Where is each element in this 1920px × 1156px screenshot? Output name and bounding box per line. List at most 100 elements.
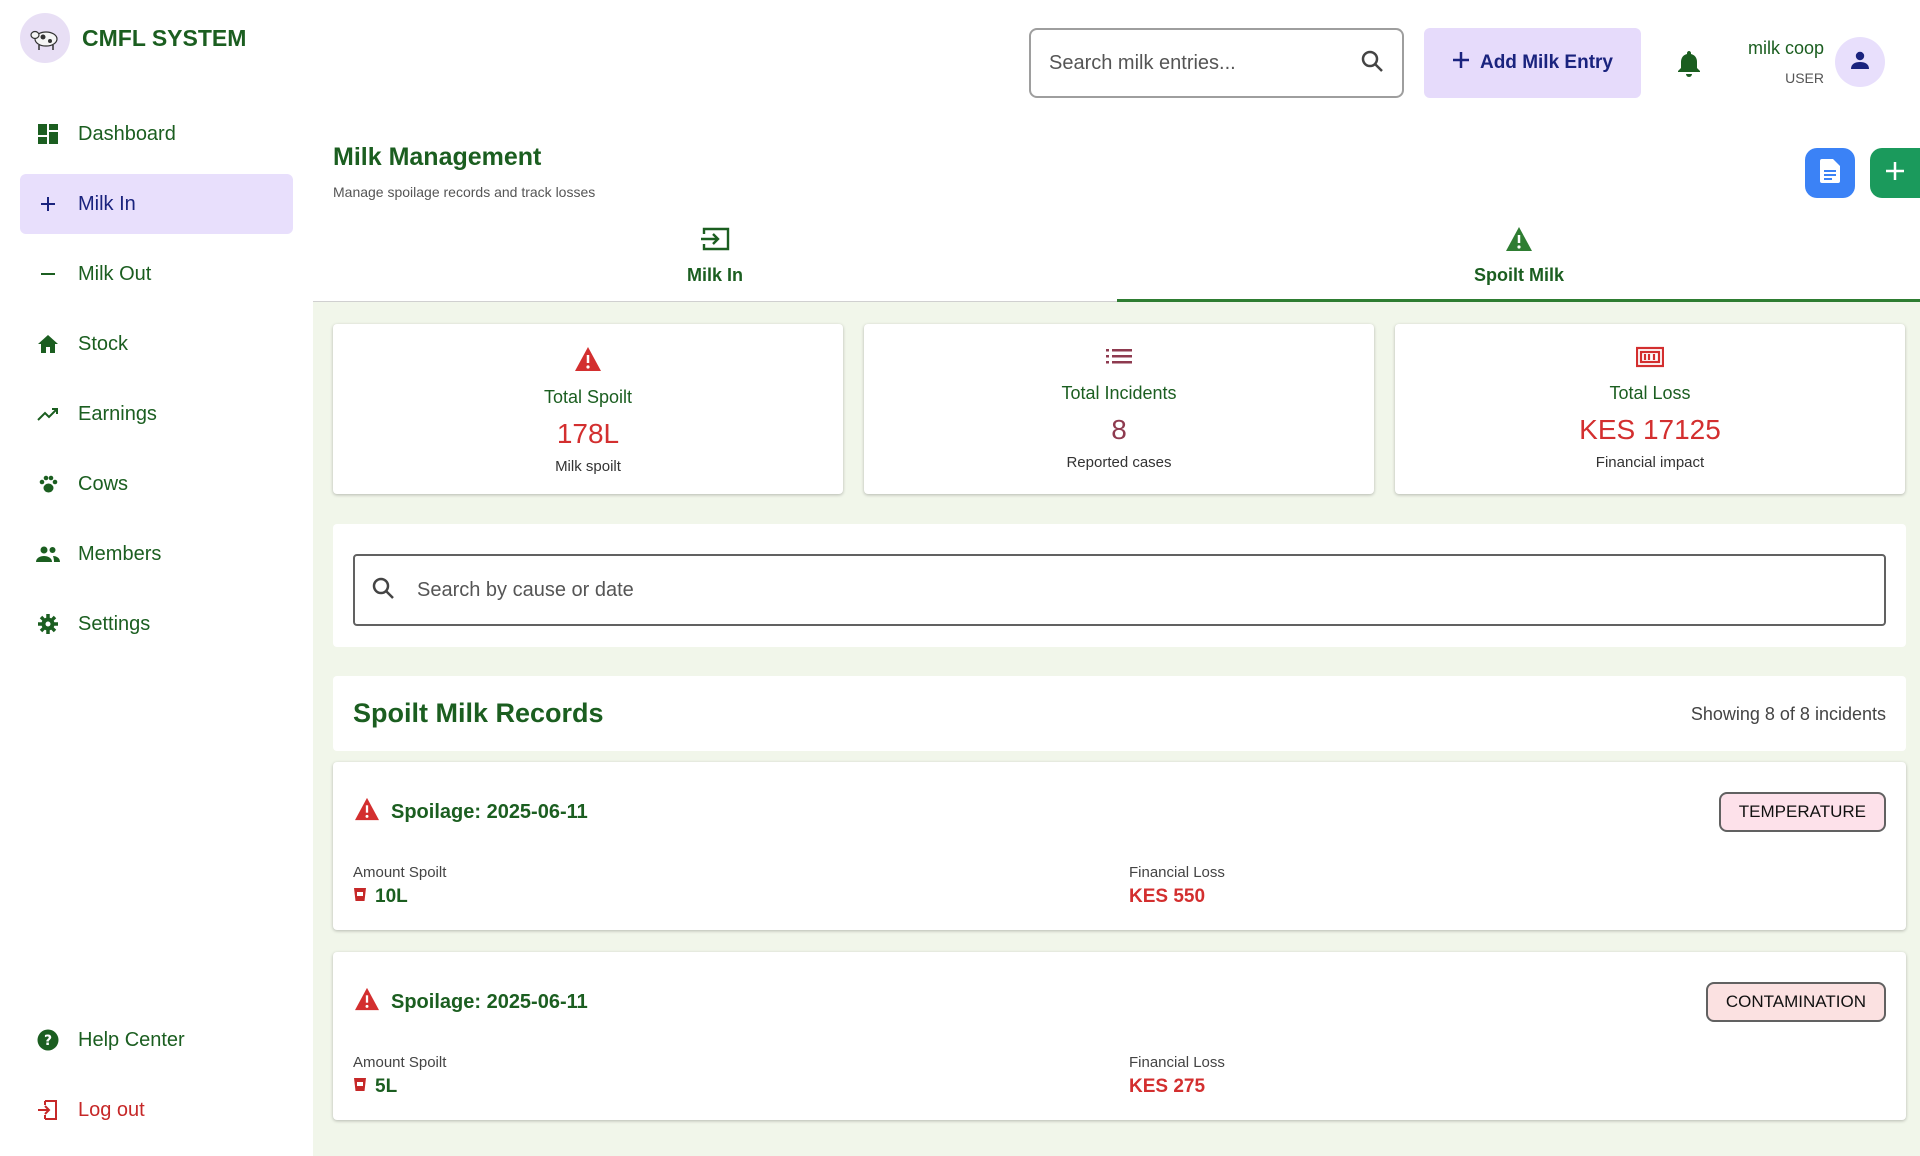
document-icon	[1820, 158, 1840, 188]
top-search-box[interactable]	[1029, 28, 1404, 98]
amount-text: 5L	[375, 1076, 398, 1097]
sidebar-item-label: Stock	[78, 332, 129, 355]
sidebar-nav: Dashboard Milk In Milk Out Stock Earning…	[20, 104, 293, 664]
tab-label: Spoilt Milk	[1474, 265, 1564, 285]
filter-search-input[interactable]	[417, 578, 1884, 602]
report-button[interactable]	[1805, 148, 1855, 198]
sidebar-item-milk-out[interactable]: Milk Out	[20, 244, 293, 304]
avatar[interactable]	[1835, 37, 1885, 87]
warning-icon	[353, 987, 381, 1017]
add-milk-entry-label: Add Milk Entry	[1479, 52, 1613, 73]
trending-up-icon	[36, 402, 60, 426]
money-icon	[1635, 346, 1665, 373]
sidebar-item-members[interactable]: Members	[20, 524, 293, 584]
amount-value: 5L	[353, 1076, 397, 1098]
sidebar-item-log-out[interactable]: Log out	[20, 1080, 293, 1140]
amount-label: Amount Spoilt	[353, 1054, 447, 1071]
spoilage-record[interactable]: Spoilage: 2025-06-11 TEMPERATURE Amount …	[333, 762, 1906, 930]
search-icon[interactable]	[1360, 49, 1384, 78]
brand[interactable]: CMFL SYSTEM	[20, 13, 246, 63]
record-title: Spoilage: 2025-06-11	[353, 797, 588, 827]
sidebar-item-label: Settings	[78, 612, 151, 635]
record-title-text: Spoilage: 2025-06-11	[391, 800, 588, 823]
content-area: Total Spoilt 178L Milk spoilt Total Inci…	[313, 302, 1920, 1156]
records-header: Spoilt Milk Records Showing 8 of 8 incid…	[333, 676, 1906, 751]
stat-card-total-incidents: Total Incidents 8 Reported cases	[864, 324, 1374, 494]
sidebar-item-milk-in[interactable]: Milk In	[20, 174, 293, 234]
search-icon	[371, 576, 395, 605]
loss-label: Financial Loss	[1129, 1054, 1225, 1071]
home-icon	[36, 332, 60, 356]
sidebar-item-label: Help Center	[78, 1028, 185, 1051]
cause-badge: CONTAMINATION	[1705, 982, 1886, 1022]
warning-icon	[573, 346, 603, 377]
search-input[interactable]	[1049, 51, 1360, 75]
stat-card-total-spoilt: Total Spoilt 178L Milk spoilt	[333, 324, 843, 494]
amount-text: 10L	[375, 886, 408, 907]
tab-milk-in[interactable]: Milk In	[313, 220, 1117, 302]
filter-panel	[333, 524, 1906, 647]
svg-text:?: ?	[44, 1033, 52, 1049]
sidebar-item-label: Log out	[78, 1098, 145, 1121]
add-record-button[interactable]	[1870, 148, 1920, 198]
logout-icon	[36, 1098, 60, 1122]
user-name: milk coop	[1747, 38, 1824, 58]
plus-icon	[1452, 51, 1470, 75]
dashboard-icon	[36, 122, 60, 146]
sidebar-item-label: Earnings	[78, 402, 157, 425]
input-icon	[700, 226, 730, 257]
sidebar-item-stock[interactable]: Stock	[20, 314, 293, 374]
sidebar-item-label: Members	[78, 542, 162, 565]
plus-icon	[1884, 160, 1906, 187]
filter-search-box[interactable]	[353, 554, 1886, 626]
cause-badge: TEMPERATURE	[1718, 792, 1886, 832]
tab-spoilt-milk[interactable]: Spoilt Milk	[1117, 220, 1920, 303]
stat-note: Financial impact	[1595, 454, 1705, 471]
sidebar-item-settings[interactable]: Settings	[20, 594, 293, 654]
spoilage-record[interactable]: Spoilage: 2025-06-11 CONTAMINATION Amoun…	[333, 952, 1906, 1120]
user-role: USER	[1785, 70, 1824, 86]
loss-value: KES 275	[1129, 1076, 1206, 1097]
person-icon	[1850, 50, 1870, 75]
stat-value: 178L	[556, 418, 620, 449]
sidebar-item-label: Milk In	[78, 192, 136, 215]
bucket-icon	[353, 886, 367, 908]
sidebar-item-label: Milk Out	[78, 262, 152, 285]
cow-logo-icon	[20, 13, 70, 63]
loss-label: Financial Loss	[1129, 864, 1225, 881]
add-milk-entry-button[interactable]: Add Milk Entry	[1424, 28, 1641, 98]
stat-value: 8	[1111, 414, 1127, 445]
stat-label: Total Incidents	[1061, 383, 1177, 403]
stat-label: Total Loss	[1609, 383, 1691, 403]
loss-value: KES 550	[1129, 886, 1206, 907]
list-icon	[1106, 346, 1132, 373]
stat-value: KES 17125	[1579, 414, 1721, 445]
people-icon	[36, 542, 60, 566]
sidebar-item-cows[interactable]: Cows	[20, 454, 293, 514]
sidebar: CMFL SYSTEM Dashboard Milk In Milk Out S…	[0, 0, 313, 1156]
page-subtitle: Manage spoilage records and track losses	[333, 184, 596, 200]
bell-icon[interactable]	[1676, 49, 1702, 82]
amount-value: 10L	[353, 886, 408, 908]
sidebar-item-dashboard[interactable]: Dashboard	[20, 104, 293, 164]
gear-icon	[36, 612, 60, 636]
stat-label: Total Spoilt	[543, 387, 633, 407]
sidebar-item-help-center[interactable]: ? Help Center	[20, 1010, 293, 1070]
sidebar-bottom: ? Help Center Log out	[20, 1010, 293, 1150]
records-count: Showing 8 of 8 incidents	[1690, 704, 1886, 724]
tab-label: Milk In	[686, 265, 743, 285]
stat-note: Milk spoilt	[555, 458, 621, 475]
record-title: Spoilage: 2025-06-11	[353, 987, 588, 1017]
plus-icon	[36, 192, 60, 216]
paw-icon	[36, 472, 60, 496]
sidebar-item-label: Cows	[78, 472, 129, 495]
sidebar-item-label: Dashboard	[78, 122, 176, 145]
tab-bar: Milk In Spoilt Milk	[313, 220, 1920, 303]
records-title: Spoilt Milk Records	[353, 698, 604, 728]
help-icon: ?	[36, 1028, 60, 1052]
bucket-icon	[353, 1076, 367, 1098]
page-title: Milk Management	[333, 143, 542, 171]
stat-note: Reported cases	[1066, 454, 1172, 471]
sidebar-item-earnings[interactable]: Earnings	[20, 384, 293, 444]
warning-icon	[1505, 226, 1533, 257]
